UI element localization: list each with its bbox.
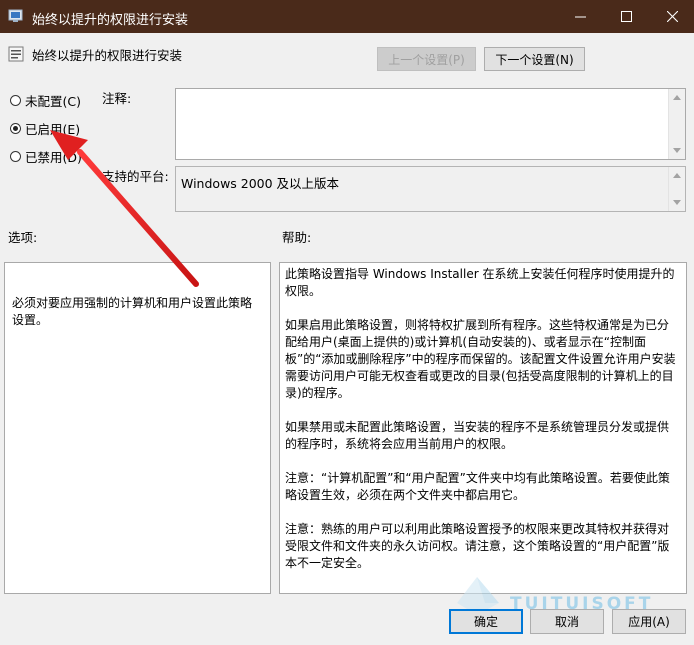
policy-app-icon (8, 9, 23, 22)
platform-label: 支持的平台: (102, 169, 169, 184)
help-pane: 此策略设置指导 Windows Installer 在系统上安装任何程序时使用提… (279, 262, 687, 594)
close-icon (666, 11, 678, 22)
platform-value: Windows 2000 及以上版本 (181, 176, 340, 191)
help-paragraph: 注意：熟练的用户可以利用此策略设置授予的权限来更改其特权并获得对受限文件和文件夹… (285, 522, 670, 570)
policy-setting-icon (8, 46, 24, 62)
close-button[interactable] (649, 0, 694, 33)
options-pane: 必须对要应用强制的计算机和用户设置此策略设置。 (4, 262, 271, 594)
policy-title: 始终以提升的权限进行安装 (32, 48, 183, 63)
radio-disabled[interactable]: 已禁用(D) (10, 147, 82, 165)
options-section-label: 选项: (8, 230, 38, 245)
help-paragraph: 此策略设置指导 Windows Installer 在系统上安装任何程序时使用提… (285, 267, 675, 298)
minimize-icon (574, 16, 586, 18)
next-setting-button[interactable]: 下一个设置(N) (484, 47, 585, 71)
radio-circle (10, 150, 21, 162)
help-paragraph: 如果启用此策略设置，则将特权扩展到所有程序。这些特权通常是为已分配给用户(桌面上… (285, 318, 676, 400)
cancel-button[interactable]: 取消 (530, 609, 604, 634)
scroll-up-icon[interactable] (673, 95, 681, 100)
maximize-button[interactable] (603, 0, 649, 33)
platform-field: Windows 2000 及以上版本 (175, 166, 686, 212)
ok-button[interactable]: 确定 (449, 609, 523, 634)
radio-circle (10, 122, 21, 134)
help-text: 此策略设置指导 Windows Installer 在系统上安装任何程序时使用提… (285, 266, 680, 572)
title-bar: 始终以提升的权限进行安装 (0, 0, 694, 33)
radio-circle (10, 94, 21, 106)
radio-enabled[interactable]: 已启用(E) (10, 119, 80, 137)
minimize-button[interactable] (557, 0, 603, 33)
scroll-up-icon[interactable] (673, 173, 681, 178)
comment-scrollbar[interactable] (668, 89, 685, 159)
platform-scrollbar[interactable] (668, 167, 685, 211)
help-paragraph: 注意：“计算机配置”和“用户配置”文件夹中均有此策略设置。若要使此策略设置生效，… (285, 471, 670, 502)
options-text: 必须对要应用强制的计算机和用户设置此策略设置。 (12, 296, 253, 327)
window-title: 始终以提升的权限进行安装 (32, 13, 189, 28)
comment-field[interactable] (175, 88, 686, 160)
help-section-label: 帮助: (282, 230, 312, 245)
previous-setting-button[interactable]: 上一个设置(P) (377, 47, 476, 71)
radio-label: 已启用(E) (25, 121, 81, 137)
radio-not-configured[interactable]: 未配置(C) (10, 91, 81, 109)
help-paragraph: 如果禁用或未配置此策略设置，当安装的程序不是系统管理员分发或提供的程序时，系统将… (285, 420, 670, 451)
scroll-down-icon[interactable] (673, 148, 681, 153)
comment-label: 注释: (102, 91, 132, 106)
radio-label: 已禁用(D) (25, 149, 82, 165)
maximize-icon (620, 11, 632, 22)
radio-label: 未配置(C) (25, 93, 81, 109)
apply-button[interactable]: 应用(A) (612, 609, 686, 634)
radio-selected-dot (13, 125, 18, 131)
scroll-down-icon[interactable] (673, 200, 681, 205)
